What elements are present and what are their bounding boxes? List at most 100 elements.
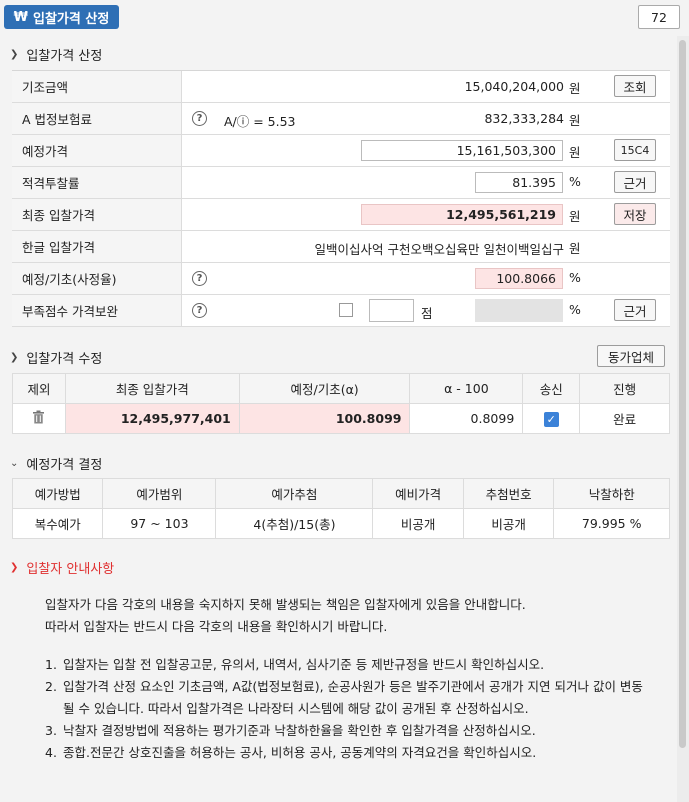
value-base-amount: 15,040,204,000 (464, 79, 564, 94)
notice-paragraph-2: 따라서 입찰자는 반드시 다음 각호의 내용을 확인하시기 바랍니다. (45, 619, 388, 634)
chevron-right-icon: ❯ (10, 562, 19, 573)
basis-button[interactable]: 근거 (614, 299, 656, 321)
label-a-law: A 법정보험료 (12, 103, 182, 134)
row-a-law: A 법정보험료 ? A/ⓘ = 5.53 832,333,284 원 (12, 103, 670, 135)
col-progress: 진행 (579, 373, 670, 404)
delete-cell (12, 403, 66, 434)
chevron-right-icon: ❯ (10, 48, 19, 60)
list-item: 3. 낙찰자 결정방법에 적용하는 평가기준과 낙찰하한율을 확인한 후 입찰가격… (45, 723, 536, 738)
label-final-price: 최종 입찰가격 (12, 199, 182, 230)
cell-range: 97 ~ 103 (102, 508, 217, 539)
cell-method: 복수예가 (11, 508, 104, 539)
table-row: 12,495,977,401 100.8099 0.8099 ✓ 완료 (12, 403, 670, 434)
won-sign-icon: ₩ (13, 9, 29, 25)
scrollbar[interactable] (677, 36, 689, 802)
unit-percent: % (569, 174, 581, 189)
row-ratio: 예정/기초(사정율) ? 100.8066 % (12, 263, 670, 295)
section-calc-title: 입찰가격 산정 (26, 48, 103, 64)
unit-won: 원 (569, 145, 581, 160)
col-range: 예가범위 (102, 478, 217, 509)
send-cell: ✓ (522, 403, 581, 434)
cell-draw: 4(추첨)/15(총) (215, 508, 374, 539)
send-checkbox[interactable]: ✓ (543, 411, 559, 427)
a-formula: A/ⓘ = 5.53 (224, 114, 296, 129)
row-expected-price: 예정가격 15,161,503,300 원 15C4 (12, 135, 670, 167)
col-method: 예가방법 (11, 478, 104, 509)
15c4-button[interactable]: 15C4 (614, 139, 656, 161)
same-price-companies-button[interactable]: 동가업체 (597, 345, 665, 367)
title-button[interactable]: ₩ 입찰가격 산정 (4, 5, 119, 29)
chevron-right-icon: ❯ (10, 351, 19, 363)
help-icon[interactable]: ? (192, 111, 207, 126)
shortage-checkbox[interactable] (339, 303, 353, 317)
unit-won: 원 (569, 81, 581, 96)
row-rate: 적격투찰률 81.395 % 근거 (12, 167, 670, 199)
label-shortage: 부족점수 가격보완 (12, 295, 182, 326)
section-modify-title: 입찰가격 수정 (26, 351, 103, 367)
notice-header: ❯ 입찰자 안내사항 (10, 558, 114, 577)
shortage-percent-field (475, 299, 563, 322)
lookup-button[interactable]: 조회 (614, 75, 656, 97)
unit-percent: % (569, 270, 581, 285)
points-input[interactable] (369, 299, 414, 322)
page-number-box[interactable]: 72 (638, 5, 680, 29)
row-shortage: 부족점수 가격보완 ? 점 % 근거 (12, 295, 670, 327)
cell-reserve: 비공개 (372, 508, 464, 539)
help-icon[interactable]: ? (192, 303, 207, 318)
value-a-law: 832,333,284 (484, 111, 564, 126)
col-draw: 예가추첨 (215, 478, 374, 509)
unit-won: 원 (569, 209, 581, 224)
modify-ratio: 100.8099 (238, 403, 411, 434)
label-rate: 적격투찰률 (12, 167, 182, 198)
unit-won: 원 (569, 241, 581, 256)
main-content: ❯ 입찰가격 산정 기조금액 15,040,204,000 원 조회 A 법정보… (0, 36, 677, 802)
col-draw-number: 추첨번호 (462, 478, 555, 509)
unit-percent: % (569, 302, 581, 317)
notice-list: 1. 입찰자는 입찰 전 입찰공고문, 유의서, 내역서, 심사기준 등 제반규정… (45, 654, 645, 764)
calc-table: 기조금액 15,040,204,000 원 조회 A 법정보험료 ? A/ⓘ =… (12, 70, 670, 327)
col-lower-limit: 낙찰하한 (553, 478, 670, 509)
chevron-down-icon: ⌄ (10, 457, 19, 469)
unit-won: 원 (569, 113, 581, 128)
modify-status: 완료 (579, 403, 670, 434)
decide-table: 예가방법 예가범위 예가추첨 예비가격 추첨번호 낙찰하한 복수예가 97 ~ … (11, 478, 670, 539)
list-item: 2. 입찰가격 산정 요소인 기초금액, A값(법정보험료), 순공사원가 등은 … (45, 679, 643, 716)
col-ratio: 예정/기초(α) (238, 373, 411, 404)
points-unit: 점 (421, 306, 433, 321)
expected-price-input[interactable]: 15,161,503,300 (361, 140, 563, 161)
col-final-price: 최종 입찰가격 (64, 373, 240, 404)
label-ratio: 예정/기초(사정율) (12, 263, 182, 294)
label-base-amount: 기조금액 (12, 71, 182, 102)
col-send: 송신 (522, 373, 581, 404)
scrollbar-thumb[interactable] (679, 40, 686, 748)
help-icon[interactable]: ? (192, 271, 207, 286)
col-alpha: α - 100 (409, 373, 524, 404)
col-reserve: 예비가격 (372, 478, 464, 509)
save-button[interactable]: 저장 (614, 203, 656, 225)
table-header-row: 제외 최종 입찰가격 예정/기초(α) α - 100 송신 진행 (12, 373, 670, 404)
modify-alpha: 0.8099 (409, 403, 524, 434)
section-decide-header[interactable]: ⌄ 예정가격 결정 (0, 450, 670, 476)
row-hangul-price: 한글 입찰가격 일백이십사억 구천오백오십육만 일천이백일십구 원 (12, 231, 670, 263)
cell-draw-number: 비공개 (462, 508, 555, 539)
modify-table: 제외 최종 입찰가격 예정/기초(α) α - 100 송신 진행 12,495… (12, 373, 670, 434)
title-label: 입찰가격 산정 (33, 11, 110, 27)
section-modify-header[interactable]: ❯ 입찰가격 수정 (0, 344, 670, 370)
label-hangul-price: 한글 입찰가격 (12, 231, 182, 262)
final-price-input[interactable]: 12,495,561,219 (361, 204, 563, 225)
row-base-amount: 기조금액 15,040,204,000 원 조회 (12, 71, 670, 103)
trash-icon[interactable] (32, 410, 45, 424)
list-item: 4. 종합.전문간 상호진출을 허용하는 공사, 비허용 공사, 공동계약의 자격… (45, 745, 537, 760)
basis-button[interactable]: 근거 (614, 171, 656, 193)
cell-lower-limit: 79.995 % (553, 508, 670, 539)
label-expected-price: 예정가격 (12, 135, 182, 166)
notice-title: 입찰자 안내사항 (26, 562, 115, 577)
modify-final-price: 12,495,977,401 (64, 403, 240, 434)
list-item: 1. 입찰자는 입찰 전 입찰공고문, 유의서, 내역서, 심사기준 등 제반규정… (45, 657, 545, 672)
rate-input[interactable]: 81.395 (475, 172, 563, 193)
table-header-row: 예가방법 예가범위 예가추첨 예비가격 추첨번호 낙찰하한 (11, 478, 670, 509)
col-exclude: 제외 (12, 373, 66, 404)
section-decide-title: 예정가격 결정 (26, 457, 103, 473)
section-calc-header[interactable]: ❯ 입찰가격 산정 (0, 41, 670, 67)
ratio-input[interactable]: 100.8066 (475, 268, 563, 289)
